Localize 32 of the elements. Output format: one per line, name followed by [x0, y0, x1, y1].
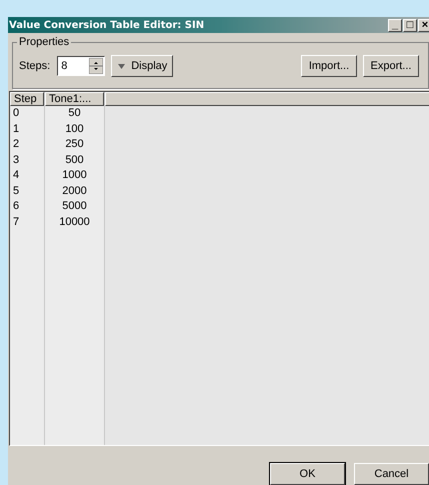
display-button[interactable]: Display [111, 55, 174, 77]
table-cell-text: 10000 [58, 214, 91, 230]
steps-label: Steps: [19, 58, 50, 74]
maximize-button[interactable]: □ [403, 18, 417, 32]
ok-button[interactable]: OK [270, 463, 345, 485]
close-button[interactable]: × [418, 18, 429, 32]
table-cell-text: 2000 [61, 184, 88, 198]
table-cell-text: 2 [12, 137, 20, 152]
table-cell-text: 5 [12, 184, 20, 198]
cancel-button[interactable]: Cancel [354, 463, 429, 485]
table-cell-text: 7 [12, 214, 20, 230]
table-cell-text: 100 [64, 122, 85, 136]
table-cell-text: 250 [64, 137, 85, 152]
table-cell-text: 0 [12, 106, 20, 121]
spin-arrows-icon[interactable] [89, 58, 104, 74]
minimize-button[interactable]: _ [388, 18, 402, 32]
table-cell-text: 50 [67, 106, 82, 121]
column-header[interactable]: Tone1:... [45, 92, 104, 106]
table-cell-text: 5000 [61, 199, 88, 214]
import-button[interactable]: Import... [301, 55, 357, 77]
group-label: Properties [17, 35, 72, 49]
window-title: Value Conversion Table Editor: SIN [9, 18, 204, 32]
table-cell-text: 1000 [61, 168, 88, 183]
table-cell-text: 500 [64, 152, 85, 168]
table-cell-text: 6 [12, 199, 20, 214]
table-cell-text: 3 [12, 152, 20, 168]
table-cell-text: 1 [12, 122, 20, 136]
export-button[interactable]: Export... [363, 55, 419, 77]
steps-spinner[interactable]: 8 [57, 56, 106, 76]
table-cell-text: 4 [12, 168, 20, 183]
caret-icon [118, 64, 126, 68]
column-header[interactable]: Step [10, 92, 44, 106]
